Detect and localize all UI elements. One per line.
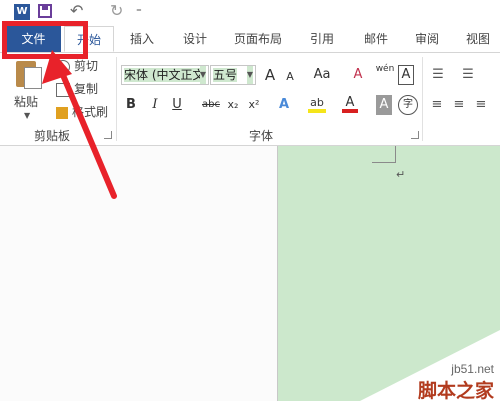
tab-references[interactable]: 引用	[310, 26, 334, 52]
clipboard-group-label: 剪贴板	[34, 129, 71, 143]
tab-design[interactable]: 设计	[183, 26, 207, 52]
group-separator	[422, 57, 423, 141]
font-color-button[interactable]: A	[342, 93, 358, 113]
change-case-button[interactable]: Aa	[310, 65, 334, 85]
font-size-select[interactable]: 五号 ▼	[210, 65, 256, 85]
word-logo-icon: W	[14, 4, 30, 20]
cut-button[interactable]: 剪切	[56, 57, 98, 75]
format-painter-button[interactable]: 格式刷	[56, 103, 108, 121]
tab-insert[interactable]: 插入	[130, 26, 154, 52]
copy-icon	[56, 82, 70, 97]
phonetic-guide-button[interactable]: wén	[374, 63, 396, 83]
tab-view[interactable]: 视图	[466, 26, 490, 52]
watermark: jb51.net 脚本之家	[360, 330, 500, 402]
enclose-char-button[interactable]: 字	[398, 95, 418, 115]
clear-format-button[interactable]: A	[350, 65, 366, 85]
italic-button[interactable]: I	[148, 95, 162, 115]
scissors-icon	[56, 59, 70, 74]
tab-page-layout[interactable]: 页面布局	[234, 26, 282, 52]
char-border-button[interactable]: A	[398, 65, 414, 85]
align-left-icon[interactable]: ≡	[430, 95, 444, 115]
margin-corner-mark	[395, 146, 396, 163]
shading-button[interactable]: A	[376, 95, 392, 115]
margin-corner-mark	[372, 162, 396, 163]
redo-icon[interactable]: ↻	[110, 2, 123, 20]
group-separator	[116, 57, 117, 141]
highlight-button[interactable]: ab	[308, 93, 326, 113]
customize-qat-icon[interactable]: ⁼	[136, 4, 142, 20]
align-center-icon[interactable]: ≡	[452, 95, 466, 115]
font-name-select[interactable]: 宋体 (中文正文 ▼	[121, 65, 209, 85]
annotation-highlight-box	[2, 21, 88, 59]
numbering-icon[interactable]: ☰	[460, 65, 476, 85]
bold-button[interactable]: B	[124, 95, 138, 115]
save-icon[interactable]	[38, 4, 52, 18]
align-right-icon[interactable]: ≡	[474, 95, 488, 115]
paste-button-label[interactable]: 粘贴	[14, 93, 38, 110]
chevron-down-icon: ▼	[199, 66, 206, 84]
brush-icon	[56, 106, 68, 119]
copy-button[interactable]: 复制	[56, 80, 98, 98]
paragraph-mark: ↵	[396, 168, 406, 181]
document-margin-area	[0, 146, 278, 401]
undo-icon[interactable]: ↶	[70, 2, 83, 20]
grow-font-button[interactable]: A	[262, 65, 278, 85]
paste-icon[interactable]	[16, 57, 42, 89]
font-launcher-icon[interactable]	[411, 131, 419, 139]
bullets-icon[interactable]: ☰	[430, 65, 446, 85]
superscript-button[interactable]: x²	[246, 95, 262, 115]
tab-mailings[interactable]: 邮件	[364, 26, 388, 52]
shrink-font-button[interactable]: A	[283, 67, 297, 87]
paste-dropdown-icon[interactable]: ▼	[24, 111, 30, 120]
clipboard-launcher-icon[interactable]	[104, 131, 112, 139]
underline-button[interactable]: U	[170, 95, 184, 115]
tab-review[interactable]: 审阅	[415, 26, 439, 52]
watermark-name: 脚本之家	[417, 380, 494, 402]
chevron-down-icon: ▼	[246, 66, 253, 84]
font-group-label: 字体	[249, 129, 274, 143]
strikethrough-button[interactable]: abc	[200, 95, 222, 115]
text-effect-button[interactable]: A	[276, 95, 292, 115]
subscript-button[interactable]: x₂	[225, 95, 241, 115]
ribbon: 粘贴 ▼ 剪切 复制 格式刷 剪贴板 宋体 (中文正文 ▼ 五号 ▼ A A Aa …	[0, 53, 500, 146]
watermark-url: jb51.net	[451, 362, 494, 376]
